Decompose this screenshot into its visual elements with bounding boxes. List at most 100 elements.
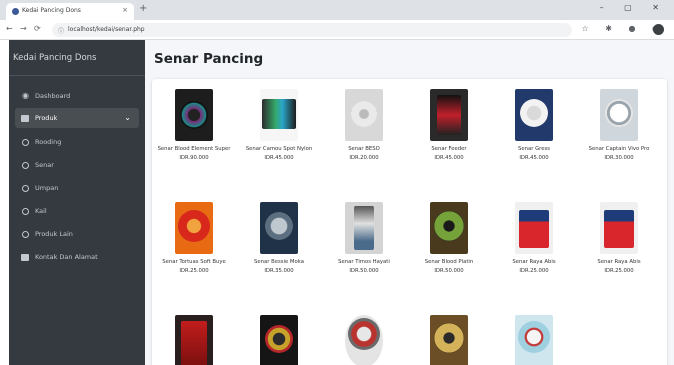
product-price: IDR.25.000 [604,267,634,274]
product-price: IDR.50.000 [349,267,379,274]
product-image [260,89,298,141]
product-price: IDR.45.000 [519,154,549,161]
sidebar-item-produk-lain[interactable]: Produk Lain [15,224,139,244]
sidebar-item-produk[interactable]: Produk ⌄ [15,108,139,128]
favicon-icon [12,8,19,15]
address-bar[interactable]: ⓘ localhost/kedai/senar.php [52,23,572,37]
product-price: IDR.50.000 [434,267,464,274]
circle-icon [21,207,30,215]
product-item[interactable] [494,315,574,365]
product-name: Senar BESO [348,146,380,152]
product-image [430,202,468,254]
circle-icon [21,138,30,146]
product-item[interactable]: Senar Blood Platin IDR.50.000 [409,202,489,275]
product-price: IDR.45.000 [434,154,464,161]
circle-icon [21,161,30,169]
product-image [260,315,298,365]
product-image [515,202,553,254]
profile-avatar-icon[interactable] [653,24,664,35]
circle-icon [21,184,30,192]
product-image [600,89,638,141]
product-item[interactable]: Senar Tortuas Soft Buye IDR.25.000 [154,202,234,275]
product-item[interactable]: Senar Blood Element Super IDR.90.000 [154,89,234,162]
product-item[interactable] [239,315,319,365]
sidebar-item-label: Dashboard [35,92,71,100]
product-image [260,202,298,254]
product-image [175,202,213,254]
circle-icon [21,230,30,238]
sidebar-item-label: Umpan [35,184,59,192]
browser-toolbar: ← → ⟳ ⓘ localhost/kedai/senar.php ☆ ✱ ● … [0,20,674,40]
product-price: IDR.90.000 [179,154,209,161]
tab-close-icon[interactable]: × [122,6,128,14]
product-price: IDR.25.000 [179,267,209,274]
product-image [430,315,468,365]
page-title: Senar Pancing [154,51,264,67]
tab-title: Kedai Pancing Dons [22,7,81,14]
sidebar-item-umpan[interactable]: Umpan [15,178,139,198]
product-item[interactable]: Senar Raya Abis IDR.25.000 [579,202,659,275]
sidebar-item-dashboard[interactable]: ◉ Dashboard [15,86,139,106]
product-item[interactable]: Senar Bessie Moka IDR.35.000 [239,202,319,275]
product-name: Senar Tortuas Soft Buye [162,259,226,265]
sidebar-item-rooding[interactable]: Rooding [15,132,139,152]
product-price: IDR.30.000 [604,154,634,161]
browser-window: Kedai Pancing Dons × + – ▢ ✕ ← → ⟳ ⓘ loc… [0,0,674,365]
product-item[interactable] [324,315,404,365]
product-price: IDR.45.000 [264,154,294,161]
box-icon [21,114,30,122]
chevron-down-icon: ⌄ [124,113,131,122]
url-text: localhost/kedai/senar.php [68,26,145,33]
product-image [600,202,638,254]
product-item[interactable] [409,315,489,365]
sidebar-item-label: Produk [35,114,58,122]
new-tab-button[interactable]: + [139,3,147,14]
product-name: Senar Timos Hayati [338,259,390,265]
brand-link[interactable]: Kedai Pancing Dons [9,40,145,76]
forward-icon[interactable]: → [20,24,27,33]
product-image [345,89,383,141]
window-controls[interactable]: – ▢ ✕ [600,3,668,12]
product-card: Senar Blood Element Super IDR.90.000 Sen… [152,79,667,365]
product-name: Senar Raya Abis [597,259,641,265]
back-icon[interactable]: ← [6,24,13,33]
product-name: Senar Raya Abis [512,259,556,265]
product-item[interactable] [154,315,234,365]
product-name: Senar Blood Element Super [157,146,231,152]
browser-tab[interactable]: Kedai Pancing Dons × [6,3,134,20]
product-item[interactable]: Senar Captain Vivo Pro IDR.30.000 [579,89,659,162]
sidebar-item-senar[interactable]: Senar [15,155,139,175]
product-name: Senar Bessie Moka [254,259,304,265]
sidebar: Kedai Pancing Dons ◉ Dashboard Produk ⌄ … [9,40,145,365]
product-image [345,202,383,254]
product-name: Senar Blood Platin [424,259,474,265]
product-item[interactable]: Senar BESO IDR.20.000 [324,89,404,162]
sidebar-item-label: Rooding [35,138,62,146]
brand-text: Kedai Pancing Dons [13,53,97,63]
product-item[interactable]: Senar Raya Abis IDR.25.000 [494,202,574,275]
product-image [175,89,213,141]
site-info-icon[interactable]: ⓘ [58,26,64,35]
product-image [345,315,383,365]
address-card-icon [21,253,30,261]
product-name: Senar Captain Vivo Pro [588,146,650,152]
content-wrapper: Senar Pancing Senar Blood Element Super … [145,40,674,365]
sidebar-item-kontak[interactable]: Kontak Dan Alamat [15,247,139,267]
product-name: Senar Gress [517,146,551,152]
reload-icon[interactable]: ⟳ [34,24,41,33]
product-image [430,89,468,141]
product-image [515,315,553,365]
sidebar-item-label: Produk Lain [35,230,73,238]
sidebar-item-kail[interactable]: Kail [15,201,139,221]
product-name: Senar Feeder [431,146,467,152]
product-name: Senar Camou Spot Nylon [245,146,313,152]
product-image [515,89,553,141]
product-item[interactable]: Senar Timos Hayati IDR.50.000 [324,202,404,275]
product-item[interactable]: Senar Feeder IDR.45.000 [409,89,489,162]
tab-strip: Kedai Pancing Dons × + – ▢ ✕ [0,0,674,20]
sidebar-item-label: Senar [35,161,54,169]
product-item[interactable]: Senar Camou Spot Nylon IDR.45.000 [239,89,319,162]
product-item[interactable]: Senar Gress IDR.45.000 [494,89,574,162]
product-price: IDR.20.000 [349,154,379,161]
sidebar-item-label: Kontak Dan Alamat [35,253,98,261]
